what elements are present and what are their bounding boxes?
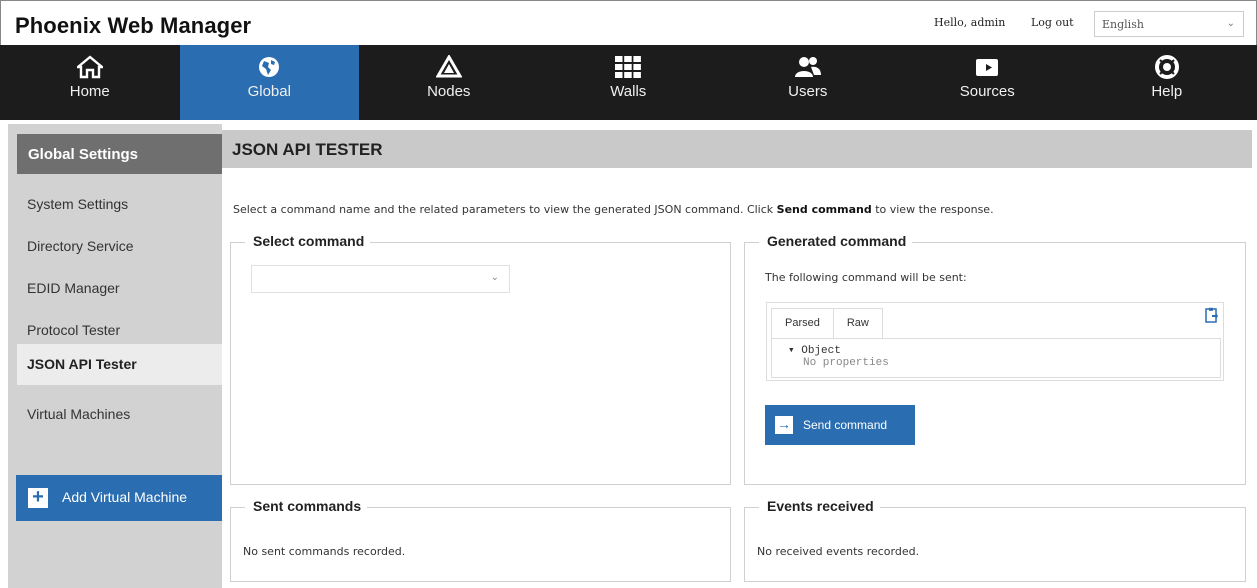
nav-home[interactable]: Home xyxy=(0,45,180,120)
sidebar-item-directory-service[interactable]: Directory Service xyxy=(17,226,222,267)
send-command-button[interactable]: → Send command xyxy=(765,405,915,445)
nav-label: Nodes xyxy=(427,83,471,100)
copy-icon[interactable] xyxy=(1205,307,1219,323)
nav-walls[interactable]: Walls xyxy=(539,45,719,120)
intro-suffix: to view the response. xyxy=(871,203,994,216)
json-tree: ▾ Object No properties xyxy=(771,338,1221,378)
top-header: Phoenix Web Manager Hello, admin Log out… xyxy=(0,0,1257,45)
intro-prefix: Select a command name and the related pa… xyxy=(233,203,777,216)
sidebar-item-edid-manager[interactable]: EDID Manager xyxy=(17,268,222,309)
nav-label: Walls xyxy=(610,83,647,100)
logout-link[interactable]: Log out xyxy=(1031,16,1074,29)
nav-global[interactable]: Global xyxy=(179,45,359,120)
events-received-panel: Events received No received events recor… xyxy=(744,498,1246,582)
sent-commands-legend: Sent commands xyxy=(245,498,368,514)
send-command-label: Send command xyxy=(803,418,888,432)
nav-help[interactable]: Help xyxy=(1077,45,1257,120)
globe-icon xyxy=(259,57,280,77)
sidebar-item-json-api-tester[interactable]: JSON API Tester xyxy=(17,344,222,385)
nav-label: Global xyxy=(247,83,291,100)
nav-label: Sources xyxy=(959,83,1015,100)
language-select[interactable]: English ⌄ xyxy=(1094,11,1244,37)
language-value: English xyxy=(1102,18,1144,31)
sidebar-title: Global Settings xyxy=(17,134,222,174)
nav-label: Home xyxy=(69,83,110,100)
sent-commands-panel: Sent commands No sent commands recorded. xyxy=(230,498,731,582)
events-received-legend: Events received xyxy=(759,498,880,514)
json-tabs: Parsed Raw xyxy=(771,308,883,338)
main-nav: Home Global Nodes Walls Users Sources He… xyxy=(0,45,1257,120)
tab-raw[interactable]: Raw xyxy=(833,308,883,338)
intro-bold: Send command xyxy=(776,203,872,216)
command-select[interactable]: ⌄ xyxy=(251,265,510,293)
chevron-down-icon: ⌄ xyxy=(490,272,499,283)
tab-parsed[interactable]: Parsed xyxy=(771,308,834,338)
sidebar-item-virtual-machines[interactable]: Virtual Machines xyxy=(17,394,222,435)
grid-icon xyxy=(615,56,642,78)
sent-commands-empty: No sent commands recorded. xyxy=(243,545,406,558)
app-title: Phoenix Web Manager xyxy=(15,13,252,38)
arrow-right-icon: → xyxy=(775,416,793,434)
select-command-legend: Select command xyxy=(245,233,371,249)
plus-icon: + xyxy=(28,487,48,508)
user-greeting: Hello, admin xyxy=(934,16,1006,29)
json-viewer: Parsed Raw ▾ Object No properties xyxy=(766,302,1224,381)
sidebar: Global Settings System Settings Director… xyxy=(8,124,222,588)
nav-label: Users xyxy=(788,83,828,100)
generated-command-panel: Generated command The following command … xyxy=(744,233,1246,485)
nav-label: Help xyxy=(1151,83,1183,100)
home-icon xyxy=(76,55,103,79)
nodes-icon xyxy=(435,55,462,78)
intro-text: Select a command name and the related pa… xyxy=(233,203,994,216)
generated-command-legend: Generated command xyxy=(759,233,913,249)
sidebar-item-system-settings[interactable]: System Settings xyxy=(17,184,222,225)
nav-users[interactable]: Users xyxy=(718,45,898,120)
nav-nodes[interactable]: Nodes xyxy=(359,45,539,120)
add-virtual-machine-button[interactable]: + Add Virtual Machine xyxy=(16,475,222,521)
add-virtual-machine-label: Add Virtual Machine xyxy=(62,489,188,505)
chevron-down-icon: ⌄ xyxy=(1226,18,1235,29)
select-command-panel: Select command ⌄ xyxy=(230,233,731,485)
events-received-empty: No received events recorded. xyxy=(757,545,920,558)
lifebuoy-icon xyxy=(1154,55,1179,79)
camera-icon xyxy=(976,59,999,76)
tree-root[interactable]: ▾ Object xyxy=(788,343,1220,357)
page-title: JSON API TESTER xyxy=(222,130,1252,168)
nav-sources[interactable]: Sources xyxy=(898,45,1078,120)
users-icon xyxy=(794,57,821,77)
tree-empty: No properties xyxy=(803,357,889,369)
generated-command-text: The following command will be sent: xyxy=(765,271,967,284)
